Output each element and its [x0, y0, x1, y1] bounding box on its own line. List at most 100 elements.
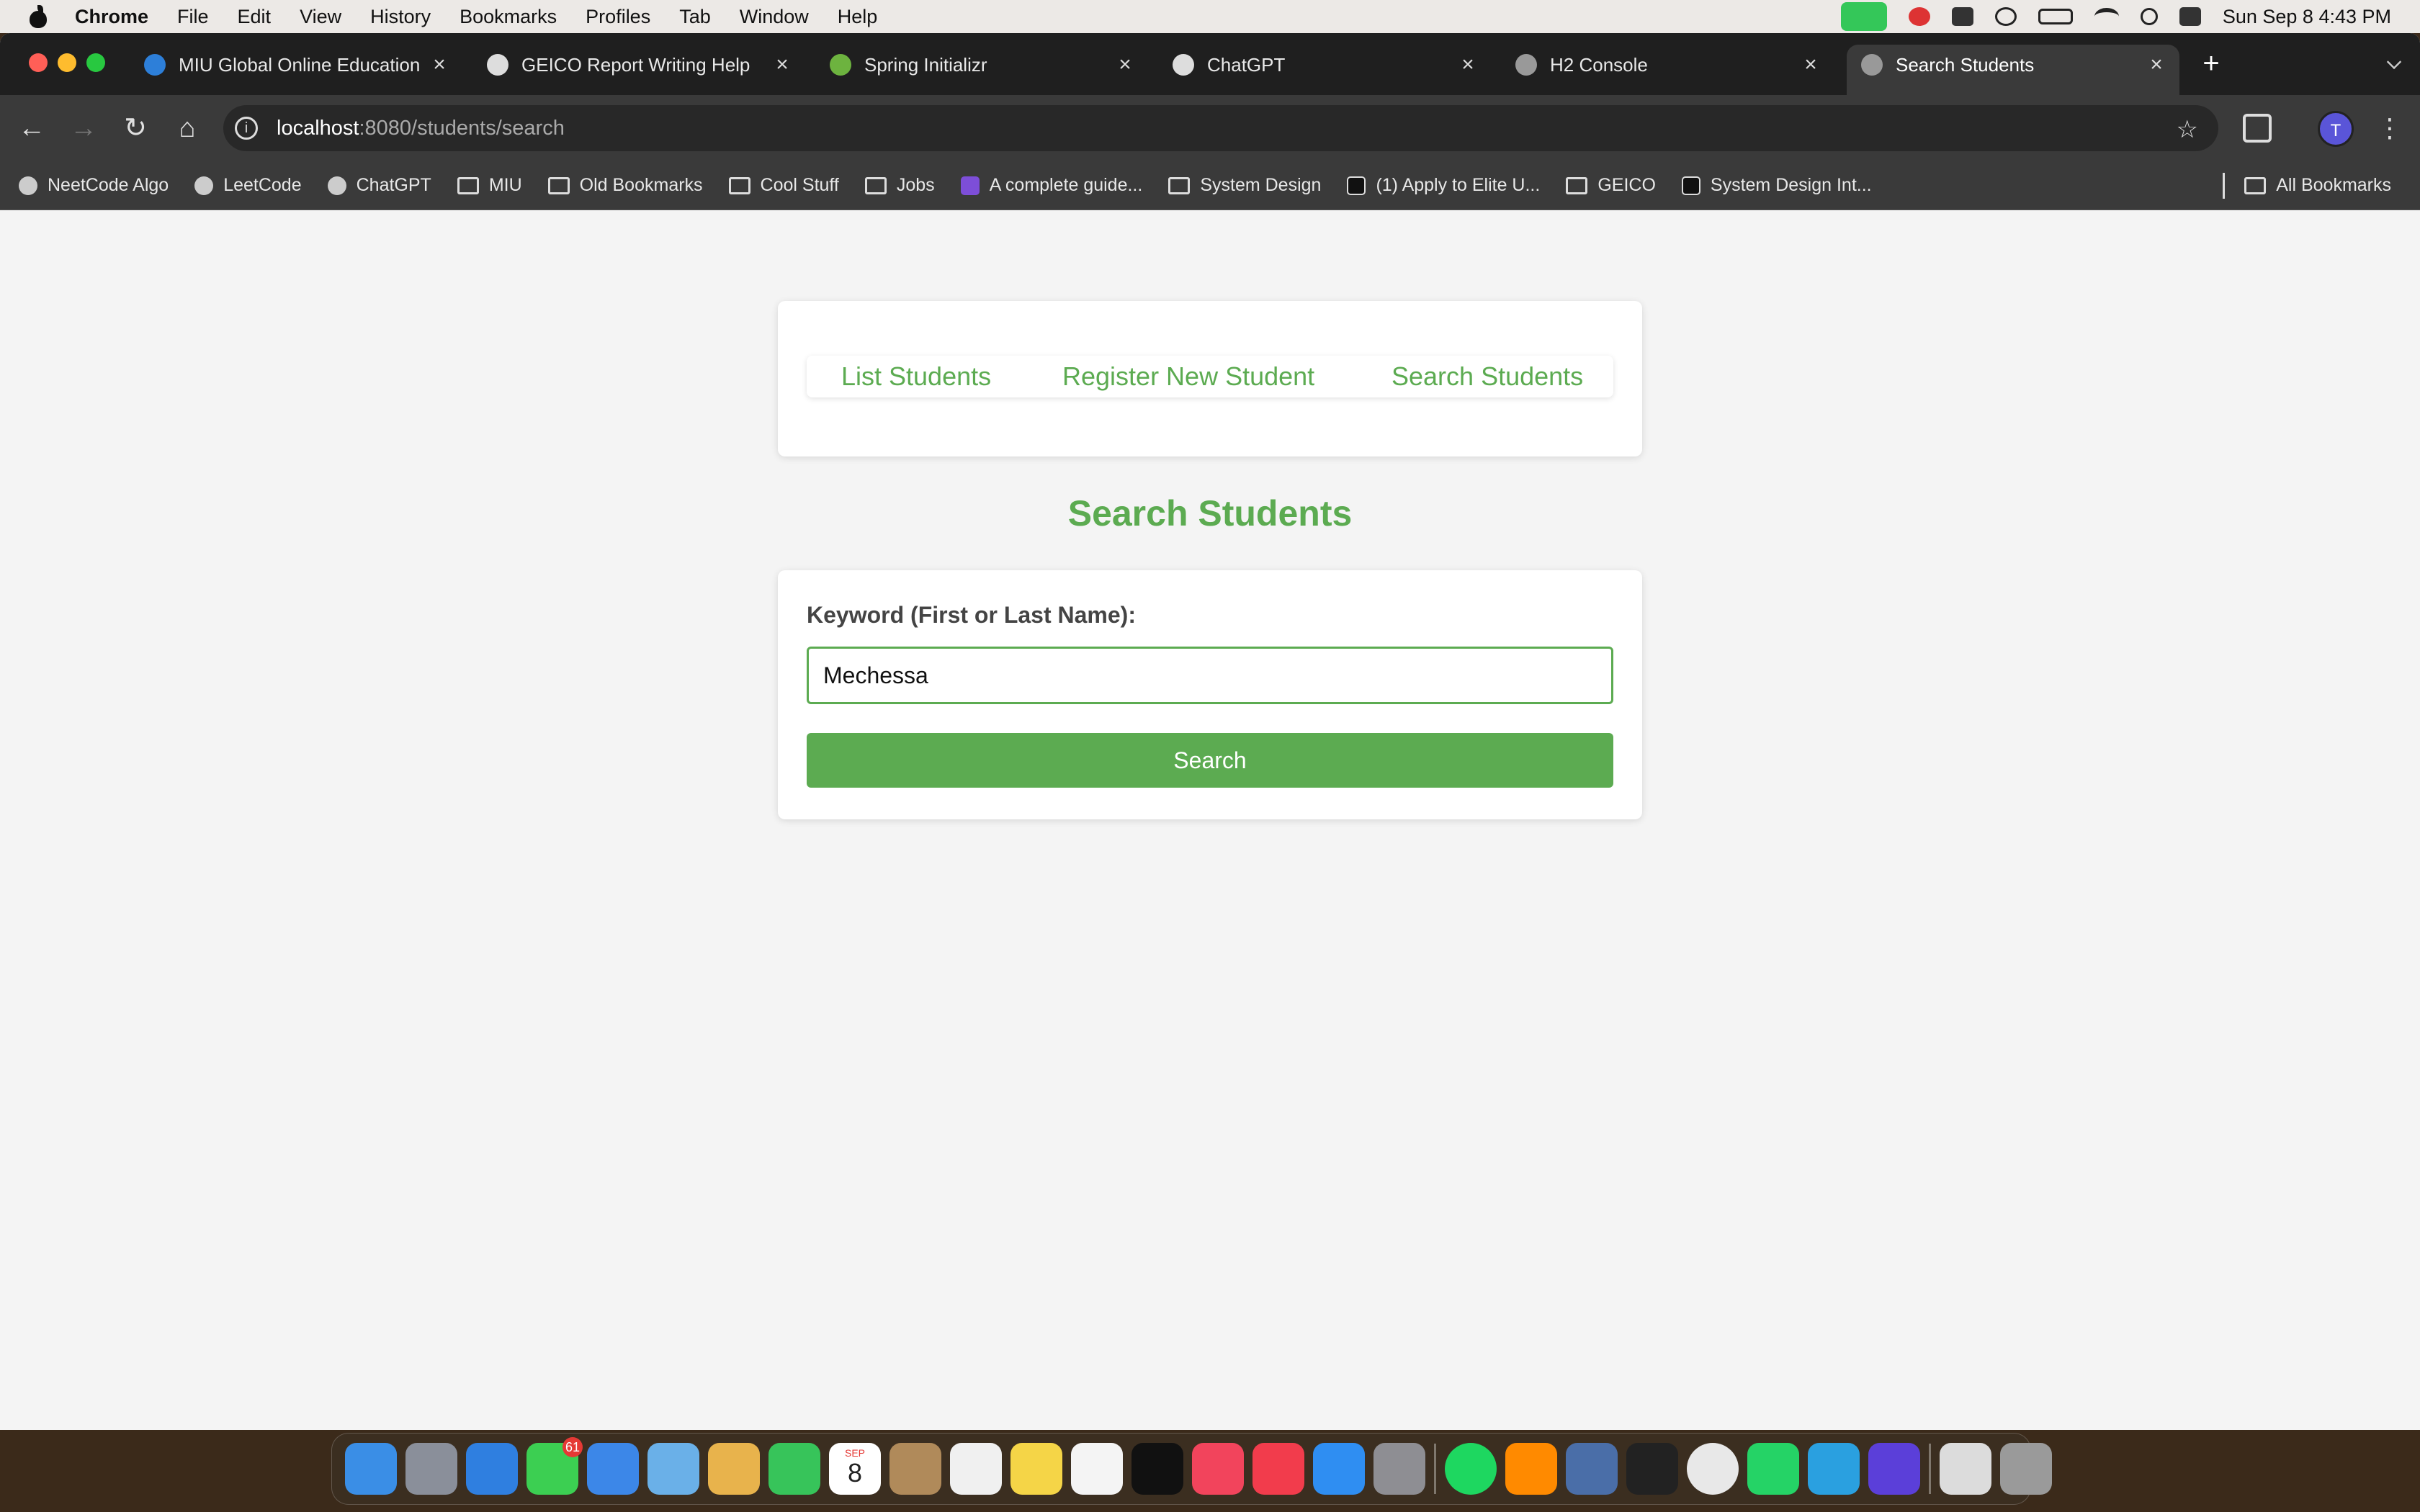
play-status-icon[interactable] [1994, 7, 2017, 26]
reminders-icon[interactable] [950, 1443, 1002, 1495]
window-maximize-button[interactable] [86, 53, 105, 72]
spotlight-search-icon[interactable] [2140, 8, 2158, 25]
tab-search-chevron-icon[interactable] [2386, 54, 2402, 70]
battery-icon[interactable] [2038, 9, 2073, 24]
profile-avatar[interactable]: T [2318, 111, 2354, 147]
menu-clock[interactable]: Sun Sep 8 4:43 PM [2223, 6, 2391, 28]
tab-close-icon[interactable]: × [1453, 53, 1482, 77]
tab-spring[interactable]: Spring Initializr × [815, 45, 1148, 85]
tab-close-icon[interactable]: × [768, 53, 797, 77]
apple-tv-icon[interactable] [1131, 1443, 1183, 1495]
folder-icon [2244, 176, 2267, 194]
system-settings-icon[interactable] [1373, 1443, 1425, 1495]
launchpad-icon[interactable] [405, 1443, 457, 1495]
safari-icon[interactable] [466, 1443, 518, 1495]
app-store-icon[interactable] [1313, 1443, 1365, 1495]
search-button[interactable]: Search [807, 733, 1613, 788]
preview-icon[interactable] [1566, 1443, 1618, 1495]
menu-bookmarks[interactable]: Bookmarks [460, 6, 557, 28]
nav-register-student-link[interactable]: Register New Student [1062, 361, 1314, 392]
menu-view[interactable]: View [300, 6, 341, 28]
notes-icon[interactable] [1010, 1443, 1062, 1495]
nav-list-students-link[interactable]: List Students [841, 361, 991, 392]
photos-icon[interactable] [708, 1443, 760, 1495]
menu-edit[interactable]: Edit [238, 6, 272, 28]
extensions-icon[interactable] [2243, 114, 2272, 143]
bookmark-item[interactable]: System Design [1168, 175, 1321, 196]
downloads-stack-icon[interactable] [1940, 1443, 1991, 1495]
tab-h2-console[interactable]: H2 Console × [1501, 45, 1834, 85]
keyword-input[interactable] [807, 647, 1613, 704]
wifi-icon[interactable] [2094, 8, 2119, 25]
facetime-status-icon[interactable] [1840, 2, 1887, 31]
chatgpt-icon [1173, 54, 1194, 76]
music-icon[interactable] [1192, 1443, 1244, 1495]
spotify-icon[interactable] [1445, 1443, 1497, 1495]
menu-tab[interactable]: Tab [679, 6, 711, 28]
tab-close-icon[interactable]: × [425, 53, 454, 77]
tab-search-students[interactable]: Search Students × [1847, 45, 2179, 95]
notification-status-icon[interactable] [1908, 7, 1930, 26]
tab-miu[interactable]: MIU Global Online Education : × [130, 45, 462, 85]
menu-file[interactable]: File [177, 6, 209, 28]
miu-icon [144, 54, 166, 76]
window-close-button[interactable] [29, 53, 48, 72]
bookmark-item[interactable]: MIU [457, 175, 522, 196]
bookmark-item[interactable]: ChatGPT [327, 175, 431, 196]
vlc-status-icon[interactable] [1951, 7, 1973, 26]
notion-icon[interactable] [1626, 1443, 1678, 1495]
home-button[interactable]: ⌂ [169, 109, 206, 147]
bookmark-label: Cool Stuff [760, 175, 839, 195]
finder-icon[interactable] [345, 1443, 397, 1495]
menu-history[interactable]: History [370, 6, 431, 28]
bookmark-item[interactable]: LeetCode [194, 175, 302, 196]
maps-icon[interactable] [647, 1443, 699, 1495]
bookmark-item[interactable]: A complete guide... [960, 175, 1142, 196]
site-info-icon[interactable]: i [235, 117, 258, 140]
chrome-icon[interactable] [1687, 1443, 1739, 1495]
bookmark-item[interactable]: Cool Stuff [728, 175, 839, 196]
messages-icon[interactable]: 61 [526, 1437, 583, 1495]
mail-icon[interactable] [587, 1443, 639, 1495]
address-bar[interactable]: i localhost :8080/students/search ☆ [223, 105, 2218, 151]
tab-geico[interactable]: GEICO Report Writing Help × [472, 45, 805, 85]
window-minimize-button[interactable] [58, 53, 76, 72]
reload-button[interactable]: ↻ [117, 109, 154, 147]
bookmark-item[interactable]: Old Bookmarks [547, 175, 703, 196]
bookmark-star-icon[interactable]: ☆ [2177, 115, 2198, 144]
menu-app-name[interactable]: Chrome [75, 6, 148, 28]
chrome-menu-icon[interactable]: ⋮ [2377, 114, 2403, 143]
tab-close-icon[interactable]: × [1111, 53, 1139, 77]
back-button[interactable]: ← [13, 109, 50, 147]
bookmark-label: (1) Apply to Elite U... [1376, 175, 1541, 195]
apple-icon[interactable] [27, 5, 49, 28]
bookmark-item[interactable]: NeetCode Algo [19, 175, 169, 196]
tab-title: MIU Global Online Education : [179, 53, 425, 76]
tab-close-icon[interactable]: × [1796, 53, 1825, 77]
whatsapp-icon[interactable] [1747, 1443, 1799, 1495]
telegram-icon[interactable] [1808, 1443, 1860, 1495]
intellij-icon[interactable] [1868, 1443, 1920, 1495]
tab-close-icon[interactable]: × [2142, 53, 2171, 77]
facetime-icon[interactable] [768, 1443, 820, 1495]
news-icon[interactable] [1252, 1443, 1304, 1495]
trash-icon[interactable] [2000, 1443, 2052, 1495]
contacts-icon[interactable] [889, 1443, 941, 1495]
bookmark-item[interactable]: Jobs [864, 175, 935, 196]
control-center-icon[interactable] [2179, 7, 2201, 26]
forward-button[interactable]: → [65, 109, 102, 147]
calendar-icon[interactable]: SEP 8 [829, 1443, 881, 1495]
menu-profiles[interactable]: Profiles [586, 6, 650, 28]
bookmark-item[interactable]: GEICO [1566, 175, 1656, 196]
menu-help[interactable]: Help [838, 6, 878, 28]
bookmark-item[interactable]: (1) Apply to Elite U... [1347, 175, 1540, 196]
tab-chatgpt[interactable]: ChatGPT × [1158, 45, 1491, 85]
all-bookmarks-button[interactable]: All Bookmarks [2244, 175, 2391, 196]
new-tab-button[interactable]: + [2195, 49, 2227, 81]
vlc-icon[interactable] [1505, 1443, 1557, 1495]
chatgpt-icon [487, 54, 508, 76]
bookmark-item[interactable]: System Design Int... [1681, 175, 1872, 196]
nav-search-students-link[interactable]: Search Students [1392, 361, 1583, 392]
menu-window[interactable]: Window [740, 6, 809, 28]
freeform-icon[interactable] [1071, 1443, 1123, 1495]
